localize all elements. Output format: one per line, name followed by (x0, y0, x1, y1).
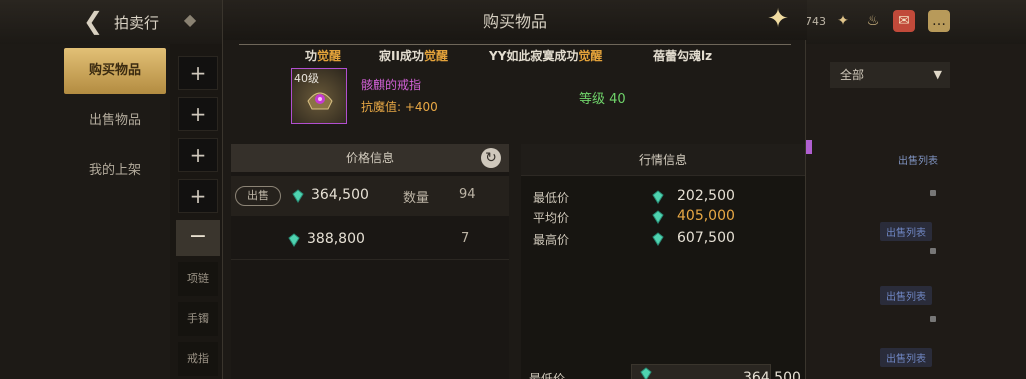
expand-category-button[interactable]: + (178, 138, 218, 172)
bottom-price-label: 最低价 (529, 372, 566, 379)
seller-name-highlight: 觉醒 (317, 49, 342, 63)
nav-sell-items[interactable]: 出售物品 (64, 98, 166, 144)
listing-row[interactable]: 出售 364,500 数量 94 (231, 176, 509, 216)
seller-name-highlight: 觉醒 (423, 49, 448, 63)
item-stat: 抗魔值: +400 (361, 100, 438, 114)
listing-tag[interactable]: 出售列表 (880, 222, 932, 241)
currency-amount: 743 (805, 15, 826, 28)
seller-name[interactable]: 寂II成功觉醒 (379, 47, 448, 64)
screen-title: 拍卖行 (114, 14, 160, 32)
item-icon-box[interactable]: 40级 (291, 68, 347, 124)
listing-area (806, 44, 1026, 379)
seller-name-text: 蓓蕾勾魂lz (653, 49, 713, 63)
gem-icon (652, 232, 664, 246)
bag-icon[interactable]: ♨ (862, 10, 884, 32)
chat-icon[interactable]: … (928, 10, 950, 32)
seller-name-text: YY如此寂寞成功 (489, 49, 579, 63)
gem-icon (292, 189, 304, 203)
sell-tag: 出售 (235, 186, 281, 206)
left-nav (0, 44, 170, 379)
seller-name-text: 寂II成功 (379, 49, 424, 63)
diamond-icon: ◆ (183, 10, 197, 29)
listing-tag[interactable]: 出售列表 (880, 348, 932, 367)
seller-name[interactable]: YY如此寂寞成功觉醒 (489, 47, 602, 64)
expand-category-button[interactable]: + (178, 97, 218, 131)
category-ring[interactable]: 戒指 (178, 342, 218, 376)
gem-icon (652, 210, 664, 224)
item-level-badge: 40级 (294, 72, 319, 85)
expand-category-button[interactable]: + (178, 56, 218, 90)
market-row-lowest: 最低价 202,500 (521, 186, 805, 208)
market-row-highest: 最高价 607,500 (521, 228, 805, 250)
listing-row[interactable]: 388,800 7 (231, 220, 509, 260)
buy-item-modal: 购买物品 ✦ 功觉醒 寂II成功觉醒 YY如此寂寞成功觉醒 蓓蕾勾魂lz 40级… (222, 0, 807, 379)
price-info-title: 价格信息 (231, 144, 509, 172)
back-arrow-icon[interactable]: ❮ (80, 8, 106, 34)
listing-dot (930, 190, 936, 196)
rarity-marker (806, 140, 812, 154)
item-summary: 40级 骸麒的戒指 抗魔值: +400 等级 40 (283, 66, 775, 124)
item-name: 骸麒的戒指 (361, 78, 422, 92)
price-info-panel: 价格信息 ↻ 出售 364,500 数量 94 388,800 7 (231, 144, 509, 379)
divider (239, 44, 791, 45)
currency-gem-icon: ✦ (837, 13, 849, 29)
item-level-requirement: 等级 40 (579, 92, 626, 107)
category-necklace[interactable]: 项链 (178, 262, 218, 296)
category-bracelet[interactable]: 手镯 (178, 302, 218, 336)
refresh-icon[interactable]: ↻ (481, 148, 501, 168)
market-label: 最低价 (533, 191, 570, 205)
listing-price: 364,500 (311, 187, 369, 203)
market-value: 202,500 (677, 188, 735, 204)
bottom-price-value: 364,500 (743, 370, 801, 379)
seller-name-highlight: 觉醒 (578, 49, 603, 63)
gem-icon (288, 233, 300, 247)
quantity-label: 数量 (403, 191, 430, 206)
filter-dropdown[interactable]: 全部 ▼ (830, 62, 950, 88)
market-label: 平均价 (533, 211, 570, 225)
nav-buy-items[interactable]: 购买物品 (64, 48, 166, 94)
seller-row: 功觉醒 寂II成功觉醒 YY如此寂寞成功觉醒 蓓蕾勾魂lz (223, 47, 807, 65)
market-info-title: 行情信息 (521, 144, 805, 176)
gem-icon (640, 367, 652, 379)
seller-name[interactable]: 蓓蕾勾魂lz (653, 47, 712, 64)
market-row-average: 平均价 405,000 (521, 206, 805, 228)
listing-dot (930, 248, 936, 254)
listing-quantity: 94 (459, 187, 476, 202)
listing-quantity: 7 (461, 231, 470, 246)
modal-title: 购买物品 (482, 12, 547, 31)
collapse-category-button[interactable]: − (176, 220, 220, 256)
seller-name[interactable]: 功觉醒 (305, 47, 341, 64)
seller-name-text: 功 (305, 49, 318, 63)
chevron-down-icon: ▼ (933, 68, 942, 81)
listing-dot (930, 316, 936, 322)
listing-price: 388,800 (307, 231, 365, 247)
market-value: 607,500 (677, 230, 735, 246)
market-info-panel: 行情信息 最低价 202,500 平均价 405,000 最高价 607,500… (521, 144, 805, 379)
gem-icon (652, 190, 664, 204)
mail-icon[interactable]: ✉ (893, 10, 915, 32)
listing-label[interactable]: 出售列表 (898, 152, 938, 167)
market-label: 最高价 (533, 233, 570, 247)
nav-my-listings[interactable]: 我的上架 (64, 148, 166, 194)
expand-category-button[interactable]: + (178, 179, 218, 213)
listing-tag[interactable]: 出售列表 (880, 286, 932, 305)
close-icon[interactable]: ✦ (763, 4, 793, 34)
market-value: 405,000 (677, 208, 735, 224)
filter-dropdown-value: 全部 (840, 68, 865, 82)
